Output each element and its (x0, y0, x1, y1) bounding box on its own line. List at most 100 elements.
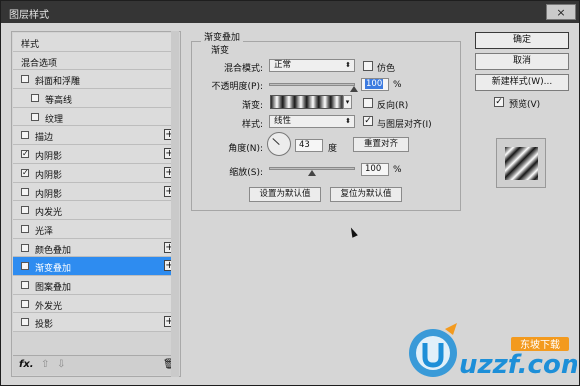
reset-alignment-button[interactable]: 重置对齐 (353, 137, 409, 152)
style-checkbox[interactable]: ✓ (21, 150, 29, 159)
style-list-item[interactable]: 外发光 (13, 294, 179, 314)
style-list-item[interactable]: 描边 + (13, 126, 179, 146)
opacity-slider-thumb[interactable] (350, 86, 358, 92)
opacity-slider[interactable] (269, 83, 358, 92)
style-item-label: 内发光 (35, 208, 63, 219)
style-list-item[interactable]: 斜面和浮雕 (13, 70, 179, 90)
scale-input[interactable]: 100 (361, 163, 389, 176)
preview-label: 预览(V) (509, 100, 541, 110)
opacity-unit: % (393, 80, 402, 90)
style-list-item[interactable]: 样式 (13, 33, 179, 52)
style-checkbox[interactable] (21, 206, 29, 215)
style-item-label: 等高线 (45, 96, 73, 107)
dither-checkbox[interactable] (363, 61, 373, 71)
style-checkbox[interactable] (21, 187, 29, 196)
scale-slider-thumb[interactable] (308, 170, 316, 176)
style-checkbox[interactable] (21, 280, 29, 289)
title-bar[interactable]: 图层样式 × (1, 1, 579, 23)
style-list-item[interactable]: ✓ 渐变叠加 + (13, 257, 179, 276)
dropdown-arrow-icon: ⬍ (345, 61, 351, 69)
mouse-cursor-icon (348, 226, 358, 238)
scale-slider[interactable] (269, 167, 355, 176)
style-list-item[interactable]: 纹理 (13, 107, 179, 127)
gradient-swatch[interactable] (270, 95, 343, 109)
reverse-checkbox[interactable] (363, 98, 373, 108)
move-up-icon[interactable]: ⇧ (41, 359, 49, 370)
angle-label: 角度(N): (228, 144, 263, 154)
style-item-label: 内阴影 (35, 152, 63, 163)
style-label: 样式: (241, 120, 263, 130)
fx-button[interactable]: fx. (19, 359, 34, 370)
make-default-button[interactable]: 设置为默认值 (249, 187, 321, 202)
style-checkbox[interactable] (21, 243, 29, 252)
style-value: 线性 (274, 116, 292, 126)
style-list-item[interactable]: 等高线 (13, 89, 179, 108)
style-item-label: 斜面和浮雕 (35, 77, 81, 88)
new-style-button[interactable]: 新建样式(W)... (475, 74, 569, 91)
style-item-label: 描边 (35, 133, 54, 144)
style-list-item[interactable]: 投影 + (13, 313, 179, 332)
style-list: 样式 混合选项 斜面和浮雕 等高线 纹理 描边 + ✓ 内阴影 + ✓ 内阴影 + 内阴影 + 内发光 光泽 颜色… (13, 33, 179, 332)
style-list-item[interactable]: 颜色叠加 + (13, 238, 179, 258)
style-checkbox[interactable] (21, 131, 29, 140)
cancel-button[interactable]: 取消 (475, 53, 569, 70)
style-item-label: 渐变叠加 (35, 264, 72, 275)
opacity-label: 不透明度(P): (211, 82, 263, 92)
style-item-label: 颜色叠加 (35, 245, 72, 256)
style-list-item[interactable]: 图案叠加 (13, 275, 179, 295)
dialog-title: 图层样式 (9, 10, 49, 21)
ok-button[interactable]: 确定 (475, 32, 569, 49)
opacity-input[interactable]: 100 (361, 78, 389, 91)
close-button[interactable]: × (546, 4, 576, 20)
group-title: 渐变叠加 (201, 30, 244, 43)
style-list-item[interactable]: ✓ 内阴影 + (13, 145, 179, 164)
style-list-item[interactable]: 混合选项 (13, 51, 179, 71)
preview-checkbox[interactable]: ✓ (494, 97, 504, 107)
style-list-scrollbar[interactable] (171, 31, 179, 377)
style-checkbox[interactable] (31, 94, 39, 103)
gradient-picker-arrow-icon[interactable]: ▾ (343, 95, 352, 109)
style-checkbox[interactable] (21, 224, 29, 233)
move-down-icon[interactable]: ⇩ (57, 359, 65, 370)
reverse-label: 反向(R) (377, 101, 409, 111)
angle-unit: 度 (328, 144, 338, 154)
align-with-layer-checkbox[interactable]: ✓ (363, 116, 373, 126)
style-checkbox[interactable] (21, 318, 29, 327)
style-list-item[interactable]: 光泽 (13, 219, 179, 239)
blend-mode-select[interactable]: 正常 ⬍ (269, 59, 355, 72)
uzzf-watermark-logo: 东坡下载 uzzf.com (409, 323, 577, 380)
style-checkbox[interactable]: ✓ (21, 262, 29, 271)
style-checkbox[interactable]: ✓ (21, 168, 29, 177)
layer-style-dialog: 图层样式 × 样式 混合选项 斜面和浮雕 等高线 纹理 描边 + ✓ 内阴影 + ✓ 内阴影 + 内阴影 +… (0, 0, 580, 386)
blend-mode-value: 正常 (274, 60, 292, 70)
preview-swatch (505, 147, 538, 180)
angle-input[interactable]: 43 (295, 139, 323, 152)
blend-mode-label: 混合模式: (223, 64, 263, 74)
style-item-label: 外发光 (35, 301, 63, 312)
style-checkbox[interactable] (21, 299, 29, 308)
style-item-label: 内阴影 (35, 170, 63, 181)
reset-default-button[interactable]: 复位为默认值 (330, 187, 402, 202)
angle-dial[interactable] (267, 132, 291, 156)
svg-text:uzzf.com: uzzf.com (459, 350, 577, 380)
scale-unit: % (393, 165, 402, 175)
angle-value: 43 (299, 140, 310, 150)
style-checkbox[interactable] (21, 75, 29, 84)
gradient-label: 渐变: (241, 101, 263, 111)
opacity-value: 100 (365, 79, 384, 89)
style-list-footer: fx. ⇧ ⇩ 🗑 (13, 355, 179, 375)
style-select[interactable]: 线性 ⬍ (269, 115, 355, 128)
style-list-panel: 样式 混合选项 斜面和浮雕 等高线 纹理 描边 + ✓ 内阴影 + ✓ 内阴影 + 内阴影 + 内发光 光泽 颜色… (11, 31, 181, 377)
style-item-label: 内阴影 (35, 189, 63, 200)
dropdown-arrow-icon: ⬍ (345, 117, 351, 125)
scale-label: 缩放(S): (229, 168, 263, 178)
style-item-label: 混合选项 (21, 58, 58, 69)
style-item-label: 纹理 (45, 114, 64, 125)
style-list-item[interactable]: 内阴影 + (13, 182, 179, 202)
style-item-label: 光泽 (35, 226, 54, 237)
dither-label: 仿色 (377, 64, 396, 74)
style-item-label: 样式 (21, 40, 40, 50)
style-list-item[interactable]: 内发光 (13, 201, 179, 220)
style-checkbox[interactable] (31, 112, 39, 121)
style-list-item[interactable]: ✓ 内阴影 + (13, 163, 179, 183)
